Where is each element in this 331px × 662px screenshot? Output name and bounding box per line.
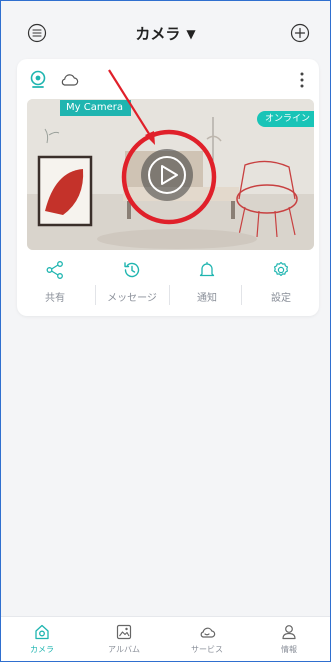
page-title: カメラ — [135, 25, 181, 43]
bell-icon — [197, 260, 217, 280]
more-options-icon[interactable] — [295, 69, 309, 91]
history-icon — [122, 260, 142, 280]
share-icon — [45, 260, 65, 280]
tab-label: サービス — [191, 645, 223, 654]
tab-label: カメラ — [30, 645, 54, 654]
settings-button[interactable]: 設定 — [245, 254, 317, 310]
tab-camera[interactable]: カメラ — [1, 617, 83, 661]
cloud-service-icon — [198, 623, 216, 641]
tab-label: 情報 — [281, 645, 297, 654]
action-label: 設定 — [271, 293, 291, 304]
add-icon[interactable] — [290, 23, 310, 43]
tab-album[interactable]: アルバム — [83, 617, 165, 661]
play-icon[interactable] — [140, 148, 194, 202]
tab-info[interactable]: 情報 — [248, 617, 330, 661]
cloud-icon — [58, 69, 80, 91]
caret-down-icon: ▼ — [186, 27, 196, 41]
camera-name-label: My Camera — [60, 100, 131, 116]
messages-button[interactable]: メッセージ — [96, 254, 168, 310]
tab-service[interactable]: サービス — [166, 617, 248, 661]
action-label: 共有 — [45, 293, 65, 304]
gear-icon — [271, 260, 291, 280]
app-screen: カメラ ▼ オンライン 共有 メッセージ 通知 設定 My Camera カメラ… — [0, 0, 331, 662]
top-bar: カメラ ▼ — [1, 1, 330, 55]
divider — [169, 285, 170, 305]
camera-icon — [27, 69, 49, 91]
status-icons — [27, 69, 84, 91]
camera-card: オンライン 共有 メッセージ 通知 設定 — [17, 59, 319, 316]
divider — [241, 285, 242, 305]
online-status-badge: オンライン — [256, 111, 314, 127]
tab-label: アルバム — [108, 645, 140, 654]
share-button[interactable]: 共有 — [19, 254, 91, 310]
action-label: 通知 — [197, 293, 217, 304]
bottom-tab-bar: カメラ アルバム サービス 情報 — [1, 616, 330, 661]
camera-home-icon — [33, 623, 51, 641]
camera-preview[interactable]: オンライン — [27, 99, 314, 250]
action-label: メッセージ — [107, 293, 157, 304]
camera-selector[interactable]: カメラ ▼ — [1, 23, 330, 44]
user-icon — [280, 623, 298, 641]
notifications-button[interactable]: 通知 — [171, 254, 243, 310]
camera-actions: 共有 メッセージ 通知 設定 — [17, 254, 319, 310]
album-icon — [115, 623, 133, 641]
